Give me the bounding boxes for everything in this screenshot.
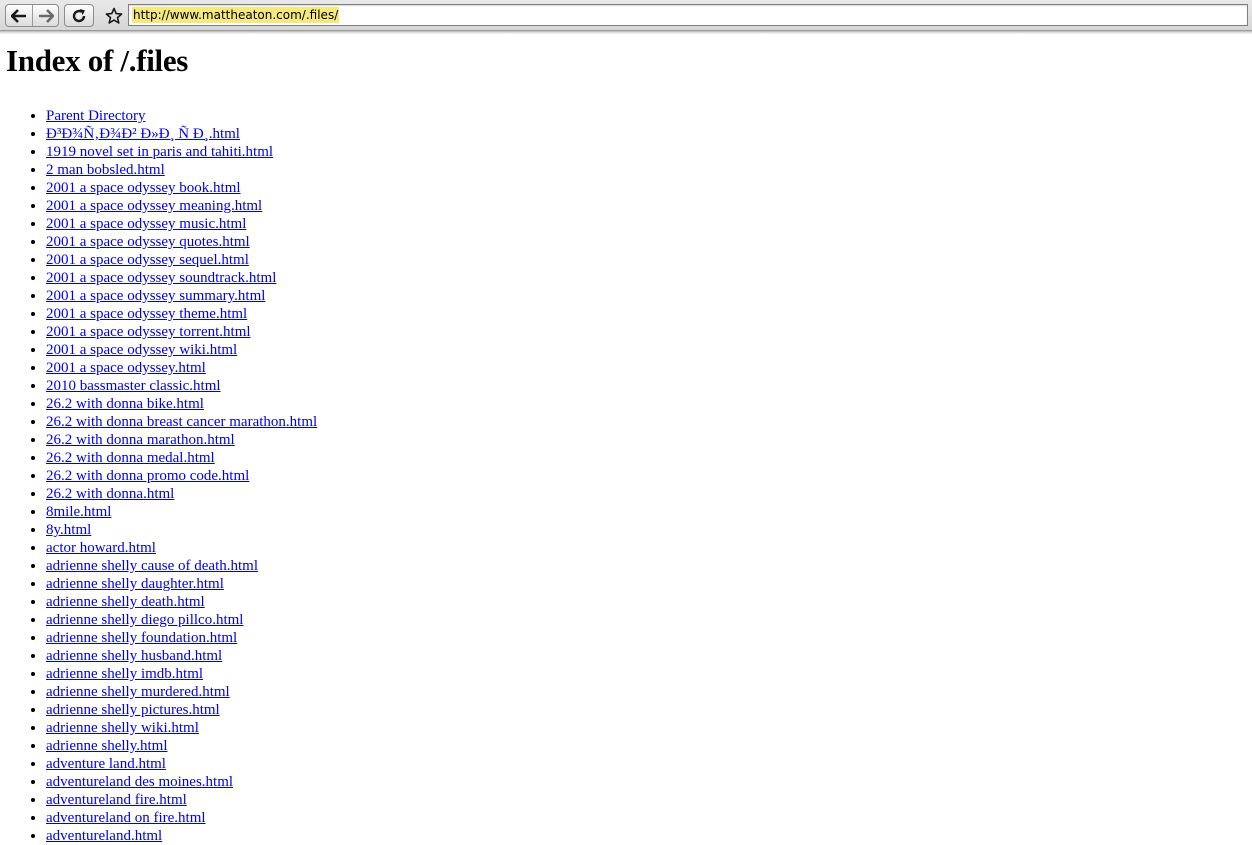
star-icon [105, 7, 123, 25]
file-link[interactable]: adventureland des moines.html [46, 774, 233, 790]
reload-icon [71, 8, 87, 24]
bookmark-star-button[interactable] [103, 5, 125, 27]
list-item: adventure land.html [46, 755, 1252, 773]
list-item: 26.2 with donna.html [46, 485, 1252, 503]
file-link[interactable]: Ð³Ð¾Ñ‚Ð¾Ð² Ð»Ð¸ Ñ Ð¸.html [46, 126, 240, 142]
forward-arrow-icon [38, 9, 54, 23]
list-item: adrienne shelly murdered.html [46, 683, 1252, 701]
reload-button[interactable] [64, 4, 94, 27]
file-link[interactable]: actor howard.html [46, 540, 156, 556]
page-title: Index of /.files [6, 43, 1252, 79]
list-item: 1919 novel set in paris and tahiti.html [46, 143, 1252, 161]
list-item: 2001 a space odyssey torrent.html [46, 323, 1252, 341]
list-item: 2001 a space odyssey.html [46, 359, 1252, 377]
file-link[interactable]: adrienne shelly daughter.html [46, 576, 224, 592]
list-item: adrienne shelly cause of death.html [46, 557, 1252, 575]
file-link[interactable]: 2001 a space odyssey book.html [46, 180, 241, 196]
file-link[interactable]: adrienne shelly cause of death.html [46, 558, 258, 574]
list-item: adrienne shelly daughter.html [46, 575, 1252, 593]
file-link[interactable]: adventureland.html [46, 828, 162, 844]
file-link[interactable]: 26.2 with donna breast cancer marathon.h… [46, 414, 317, 430]
file-link[interactable]: adrienne shelly imdb.html [46, 666, 203, 682]
back-button[interactable] [6, 5, 33, 26]
file-link[interactable]: adrienne shelly murdered.html [46, 684, 230, 700]
list-item: 2001 a space odyssey music.html [46, 215, 1252, 233]
browser-toolbar: http://www.mattheaton.com/.files/ [0, 0, 1252, 31]
file-list: Parent Directory Ð³Ð¾Ñ‚Ð¾Ð² Ð»Ð¸ Ñ Ð¸.htm… [6, 107, 1252, 845]
parent-directory-link[interactable]: Parent Directory [46, 108, 146, 124]
list-item: 8y.html [46, 521, 1252, 539]
file-link[interactable]: 2001 a space odyssey wiki.html [46, 342, 237, 358]
list-item: 2001 a space odyssey meaning.html [46, 197, 1252, 215]
list-item: 2001 a space odyssey soundtrack.html [46, 269, 1252, 287]
list-item: 26.2 with donna medal.html [46, 449, 1252, 467]
file-link[interactable]: 26.2 with donna medal.html [46, 450, 215, 466]
list-item: 2001 a space odyssey book.html [46, 179, 1252, 197]
list-item: adrienne shelly death.html [46, 593, 1252, 611]
address-bar[interactable]: http://www.mattheaton.com/.files/ [128, 4, 1248, 26]
list-item: adrienne shelly husband.html [46, 647, 1252, 665]
list-item: adrienne shelly diego pillco.html [46, 611, 1252, 629]
file-link[interactable]: 26.2 with donna bike.html [46, 396, 204, 412]
list-item: 26.2 with donna marathon.html [46, 431, 1252, 449]
list-item: 2010 bassmaster classic.html [46, 377, 1252, 395]
list-item: adrienne shelly pictures.html [46, 701, 1252, 719]
list-item: 8mile.html [46, 503, 1252, 521]
list-item: adrienne shelly.html [46, 737, 1252, 755]
list-item: Parent Directory [46, 107, 1252, 125]
file-link[interactable]: 26.2 with donna promo code.html [46, 468, 249, 484]
file-link[interactable]: 26.2 with donna marathon.html [46, 432, 235, 448]
file-link[interactable]: adventureland on fire.html [46, 810, 206, 826]
file-link[interactable]: 2001 a space odyssey sequel.html [46, 252, 249, 268]
back-arrow-icon [11, 9, 27, 23]
file-link[interactable]: 2001 a space odyssey summary.html [46, 288, 265, 304]
file-link[interactable]: adrienne shelly pictures.html [46, 702, 220, 718]
file-link[interactable]: 2001 a space odyssey theme.html [46, 306, 247, 322]
page-content: Index of /.files Parent Directory Ð³Ð¾Ñ‚Ð… [6, 34, 1252, 838]
file-link[interactable]: adrienne shelly husband.html [46, 648, 222, 664]
address-bar-url: http://www.mattheaton.com/.files/ [132, 7, 339, 23]
list-item: Ð³Ð¾Ñ‚Ð¾Ð² Ð»Ð¸ Ñ Ð¸.html [46, 125, 1252, 143]
list-item: 2001 a space odyssey summary.html [46, 287, 1252, 305]
list-item: 2001 a space odyssey quotes.html [46, 233, 1252, 251]
list-item: 2001 a space odyssey sequel.html [46, 251, 1252, 269]
list-item: actor howard.html [46, 539, 1252, 557]
file-link[interactable]: 26.2 with donna.html [46, 486, 174, 502]
list-item: 2001 a space odyssey theme.html [46, 305, 1252, 323]
file-link[interactable]: 2001 a space odyssey meaning.html [46, 198, 262, 214]
list-item: 26.2 with donna promo code.html [46, 467, 1252, 485]
file-link[interactable]: adrienne shelly death.html [46, 594, 205, 610]
list-item: adventureland on fire.html [46, 809, 1252, 827]
file-link[interactable]: 2001 a space odyssey quotes.html [46, 234, 250, 250]
file-link[interactable]: adrienne shelly foundation.html [46, 630, 237, 646]
forward-button[interactable] [33, 5, 59, 26]
list-item: 26.2 with donna bike.html [46, 395, 1252, 413]
file-link[interactable]: 2010 bassmaster classic.html [46, 378, 221, 394]
file-link[interactable]: adventure land.html [46, 756, 166, 772]
list-item: adrienne shelly foundation.html [46, 629, 1252, 647]
file-link[interactable]: 2 man bobsled.html [46, 162, 165, 178]
file-link[interactable]: 2001 a space odyssey music.html [46, 216, 246, 232]
file-link[interactable]: adventureland fire.html [46, 792, 187, 808]
file-link[interactable]: 8mile.html [46, 504, 111, 520]
file-link[interactable]: 8y.html [46, 522, 91, 538]
file-link[interactable]: adrienne shelly diego pillco.html [46, 612, 243, 628]
list-item: adrienne shelly imdb.html [46, 665, 1252, 683]
nav-button-group [5, 4, 59, 27]
file-link[interactable]: 2001 a space odyssey torrent.html [46, 324, 251, 340]
list-item: 2 man bobsled.html [46, 161, 1252, 179]
list-item: adventureland.html [46, 827, 1252, 845]
file-link[interactable]: 2001 a space odyssey.html [46, 360, 206, 376]
list-item: 26.2 with donna breast cancer marathon.h… [46, 413, 1252, 431]
file-link[interactable]: adrienne shelly wiki.html [46, 720, 199, 736]
file-link[interactable]: adrienne shelly.html [46, 738, 168, 754]
file-link[interactable]: 1919 novel set in paris and tahiti.html [46, 144, 273, 160]
list-item: adventureland des moines.html [46, 773, 1252, 791]
list-item: 2001 a space odyssey wiki.html [46, 341, 1252, 359]
list-item: adrienne shelly wiki.html [46, 719, 1252, 737]
list-item: adventureland fire.html [46, 791, 1252, 809]
file-link[interactable]: 2001 a space odyssey soundtrack.html [46, 270, 276, 286]
